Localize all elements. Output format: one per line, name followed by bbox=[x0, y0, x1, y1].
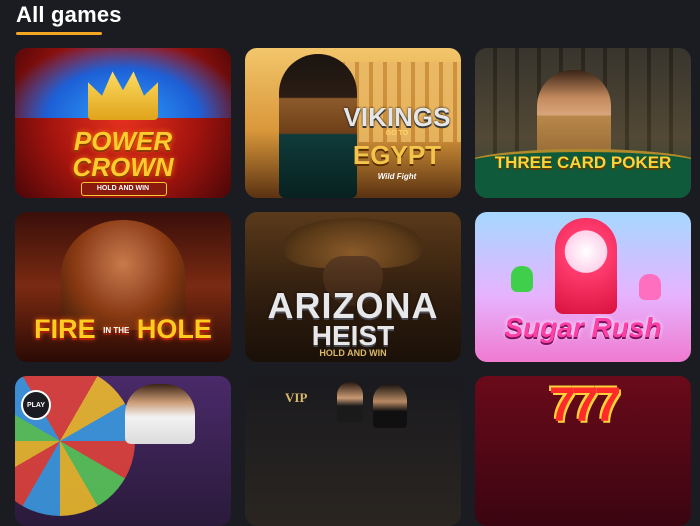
vip-logo: VIP bbox=[285, 390, 308, 405]
dealer-art bbox=[373, 384, 407, 428]
logo-line-2: Hole bbox=[136, 314, 212, 344]
logo-line-2: Egypt bbox=[352, 140, 442, 170]
game-tile-live-game-show[interactable]: PLAY bbox=[15, 376, 231, 526]
game-tag: Wild Fight bbox=[377, 172, 417, 181]
game-logo: Fire In the Hole bbox=[15, 316, 231, 343]
logo-mid: In the bbox=[103, 325, 130, 335]
game-tile-vip-live-table[interactable]: VIP bbox=[245, 376, 461, 526]
game-tile-sugar-rush[interactable]: Sugar Rush bbox=[475, 212, 691, 362]
play-label: PLAY bbox=[26, 401, 46, 409]
logo-mid: Go to bbox=[385, 130, 409, 137]
section-title: All games bbox=[16, 2, 122, 27]
logo-line-1: Fire bbox=[34, 314, 96, 344]
gummy-bear-art bbox=[639, 274, 661, 300]
dealer-art bbox=[337, 382, 363, 422]
game-tile-fire-in-the-hole[interactable]: Fire In the Hole bbox=[15, 212, 231, 362]
game-tile-power-crown[interactable]: Power Crown Hold and Win bbox=[15, 48, 231, 198]
game-logo: Sugar Rush bbox=[504, 312, 662, 343]
game-tile-arizona-heist[interactable]: Arizona Heist Hold and Win bbox=[245, 212, 461, 362]
play-button[interactable]: PLAY bbox=[21, 390, 51, 420]
logo-line-2: Crown bbox=[72, 152, 174, 182]
host-art bbox=[125, 384, 195, 444]
game-subtitle: Hold and Win bbox=[96, 185, 150, 192]
sevens-logo: 777 bbox=[548, 379, 621, 432]
gumball-machine-art bbox=[555, 218, 617, 314]
logo-line-1: Arizona bbox=[267, 285, 439, 326]
game-logo: Power Crown bbox=[15, 128, 231, 180]
game-subtitle: Hold and Win bbox=[319, 348, 387, 358]
game-tile-vikings-go-to-egypt[interactable]: Vikings Go to Egypt Wild Fight bbox=[245, 48, 461, 198]
games-grid: Power Crown Hold and Win Vikings Go to E… bbox=[15, 48, 691, 526]
gummy-bear-art bbox=[511, 266, 533, 292]
game-tile-three-card-poker[interactable]: Three Card Poker bbox=[475, 48, 691, 198]
logo-line-1: Vikings bbox=[343, 102, 451, 132]
title-underline bbox=[16, 32, 102, 35]
game-tile-777-slot[interactable]: 777 bbox=[475, 376, 691, 526]
game-logo: Three Card Poker bbox=[494, 153, 672, 172]
